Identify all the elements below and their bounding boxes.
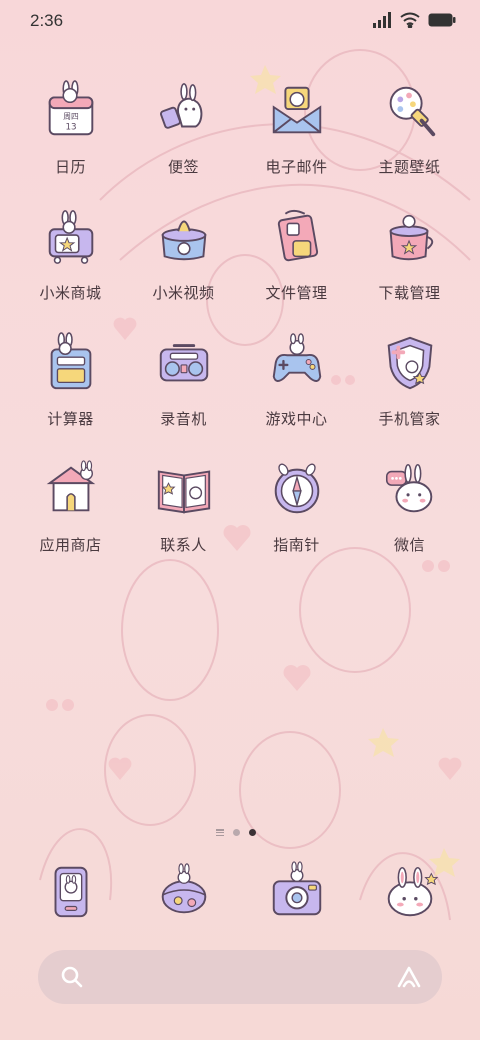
app-file-manager[interactable]: 文件管理 [240, 204, 353, 330]
dock-browser[interactable] [353, 858, 466, 924]
app-label: 游戏中心 [265, 410, 328, 428]
game-center-icon[interactable] [264, 330, 330, 396]
signal-icon [372, 12, 392, 33]
recorder-icon[interactable] [151, 330, 217, 396]
wifi-icon [400, 12, 420, 33]
app-downloads[interactable]: 下载管理 [353, 204, 466, 330]
app-calendar[interactable]: 周四 13 日历 [14, 78, 127, 204]
app-app-store[interactable]: 应用商店 [14, 456, 127, 582]
wechat-icon[interactable] [377, 456, 443, 522]
app-wechat[interactable]: 微信 [353, 456, 466, 582]
app-mi-video[interactable]: 小米视频 [127, 204, 240, 330]
app-compass[interactable]: 指南针 [240, 456, 353, 582]
assistant-icon[interactable] [396, 965, 422, 994]
app-store-icon[interactable] [38, 456, 104, 522]
app-label: 文件管理 [265, 284, 328, 302]
page-dot-active [249, 829, 256, 836]
calculator-icon[interactable] [38, 330, 104, 396]
dock [14, 858, 466, 924]
notes-icon[interactable] [151, 78, 217, 144]
app-contacts[interactable]: 联系人 [127, 456, 240, 582]
search-icon[interactable] [60, 965, 84, 994]
email-icon[interactable] [264, 78, 330, 144]
status-bar: 2:36 [0, 0, 480, 44]
messages-icon[interactable] [151, 858, 217, 924]
app-mi-store[interactable]: 小米商城 [14, 204, 127, 330]
app-label: 计算器 [47, 410, 94, 428]
app-game-center[interactable]: 游戏中心 [240, 330, 353, 456]
mi-video-icon[interactable] [151, 204, 217, 270]
compass-icon[interactable] [264, 456, 330, 522]
app-recorder[interactable]: 录音机 [127, 330, 240, 456]
calendar-icon[interactable]: 周四 13 [38, 78, 104, 144]
browser-icon[interactable] [377, 858, 443, 924]
page-dot [233, 829, 240, 836]
app-label: 微信 [393, 536, 425, 554]
app-label: 便签 [167, 158, 199, 176]
app-email[interactable]: 电子邮件 [240, 78, 353, 204]
themes-icon[interactable] [377, 78, 443, 144]
app-label: 电子邮件 [265, 158, 328, 176]
app-themes[interactable]: 主题壁纸 [353, 78, 466, 204]
dock-phone[interactable] [14, 858, 127, 924]
camera-icon[interactable] [264, 858, 330, 924]
app-label: 手机管家 [378, 410, 441, 428]
search-bar[interactable] [38, 950, 442, 1004]
app-security[interactable]: 手机管家 [353, 330, 466, 456]
status-time: 2:36 [30, 11, 64, 30]
phone-icon[interactable] [38, 858, 104, 924]
app-label: 小米视频 [152, 284, 215, 302]
contacts-icon[interactable] [151, 456, 217, 522]
app-notes[interactable]: 便签 [127, 78, 240, 204]
dock-camera[interactable] [240, 858, 353, 924]
downloads-icon[interactable] [377, 204, 443, 270]
security-icon[interactable] [377, 330, 443, 396]
app-label: 应用商店 [39, 536, 102, 554]
calendar-day: 13 [65, 122, 76, 132]
app-label: 下载管理 [378, 284, 441, 302]
status-icons [372, 12, 456, 33]
app-calculator[interactable]: 计算器 [14, 330, 127, 456]
mi-store-icon[interactable] [38, 204, 104, 270]
calendar-weekday: 周四 [63, 112, 79, 121]
page-indicator[interactable] [216, 829, 256, 836]
app-label: 小米商城 [39, 284, 102, 302]
app-label: 日历 [54, 158, 86, 176]
dock-messages[interactable] [127, 858, 240, 924]
app-grid: 周四 13 日历 便签 电子邮件 主题壁纸 小米商城 小米视频 文件管理 下载管… [14, 78, 466, 582]
app-label: 录音机 [160, 410, 207, 428]
app-label: 指南针 [273, 536, 320, 554]
file-manager-icon[interactable] [264, 204, 330, 270]
app-label: 主题壁纸 [378, 158, 441, 176]
battery-icon [428, 13, 456, 32]
app-label: 联系人 [160, 536, 207, 554]
minus-one-screen-indicator [216, 829, 224, 836]
